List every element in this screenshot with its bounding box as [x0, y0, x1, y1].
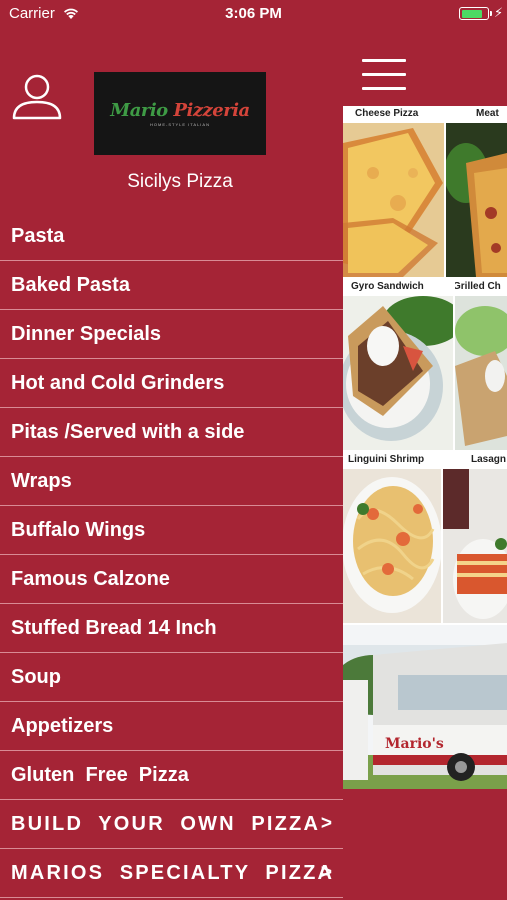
- menu-item-label: BUILD YOUR OWN PIZZA: [11, 812, 321, 835]
- tile-linguini-shrimp[interactable]: Linguini Shrimp: [343, 452, 441, 623]
- battery-tip: [490, 11, 492, 16]
- hamburger-menu-icon[interactable]: [362, 59, 406, 91]
- linguini-shrimp-image: [343, 469, 441, 623]
- gyro-sandwich-image: [343, 296, 453, 450]
- menu-item-dinner-specials[interactable]: Dinner Specials: [0, 310, 343, 359]
- menu-item-stuffed-bread[interactable]: Stuffed Bread 14 Inch: [0, 604, 343, 653]
- status-bar: Carrier 3:06 PM ⚡: [0, 0, 507, 28]
- menu-item-grinders[interactable]: Hot and Cold Grinders: [0, 359, 343, 408]
- menu-item-famous-calzone[interactable]: Famous Calzone: [0, 555, 343, 604]
- user-profile-icon[interactable]: [12, 72, 62, 120]
- logo-text: Mario Pizzeria: [110, 100, 250, 121]
- menu-item-buffalo-wings[interactable]: Buffalo Wings: [0, 506, 343, 555]
- grilled-chicken-image: [455, 296, 507, 450]
- menu-item-label: Appetizers: [11, 714, 114, 737]
- tile-lasagna[interactable]: Lasagn: [443, 452, 507, 623]
- tile-grilled-chicken[interactable]: Grilled Ch: [455, 279, 507, 450]
- menu-item-appetizers[interactable]: Appetizers: [0, 702, 343, 751]
- store-name: Sicilys Pizza: [127, 171, 233, 192]
- side-drawer: Mario Pizzeria HOME-STYLE ITALIAN Sicily…: [0, 28, 343, 900]
- logo-subtitle: HOME-STYLE ITALIAN: [150, 122, 210, 127]
- menu-item-pasta[interactable]: Pasta: [0, 212, 343, 261]
- tile-caption: Lasagn: [471, 454, 507, 465]
- tile-caption: Linguini Shrimp: [348, 454, 425, 465]
- menu-item-baked-pasta[interactable]: Baked Pasta: [0, 261, 343, 310]
- clock: 3:06 PM: [225, 5, 282, 22]
- menu-grid: Cheese Pizza Meat Gyro Sandwich Grilled …: [343, 106, 507, 789]
- menu-item-pitas[interactable]: Pitas /Served with a side: [0, 408, 343, 457]
- menu-item-gluten-free-pizza[interactable]: Gluten Free Pizza: [0, 751, 343, 800]
- tile-food-truck[interactable]: Mario's: [343, 625, 507, 789]
- tile-cheese-pizza[interactable]: Cheese Pizza: [343, 106, 444, 277]
- main-content: Cheese Pizza Meat Gyro Sandwich Grilled …: [343, 28, 507, 900]
- menu-item-label: Buffalo Wings: [11, 518, 146, 541]
- menu-item-marios-specialty-pizza[interactable]: MARIOS SPECIALTY PIZZA >: [0, 849, 343, 898]
- menu-item-wraps[interactable]: Wraps: [0, 457, 343, 506]
- menu-item-build-your-own-pizza[interactable]: BUILD YOUR OWN PIZZA >: [0, 800, 343, 849]
- menu-item-label: Stuffed Bread 14 Inch: [11, 616, 217, 639]
- menu-item-label: Dinner Specials: [11, 322, 162, 345]
- menu-item-label: Baked Pasta: [11, 273, 130, 296]
- category-menu: Pasta Baked Pasta Dinner Specials Hot an…: [0, 212, 343, 898]
- menu-item-label: Pitas /Served with a side: [11, 420, 245, 443]
- menu-item-soup[interactable]: Soup: [0, 653, 343, 702]
- menu-item-label: Hot and Cold Grinders: [11, 371, 225, 394]
- tile-caption: Grilled Ch: [455, 281, 501, 292]
- tile-caption: Meat: [476, 108, 499, 119]
- menu-item-label: Pasta: [11, 224, 65, 247]
- tile-gyro-sandwich[interactable]: Gyro Sandwich: [343, 279, 453, 450]
- tile-caption: Gyro Sandwich: [351, 281, 424, 292]
- menu-item-label: Soup: [11, 665, 61, 688]
- chevron-right-icon: >: [320, 813, 332, 834]
- cheese-pizza-image: [343, 123, 444, 277]
- chevron-right-icon: >: [320, 862, 332, 883]
- battery-level: [461, 9, 482, 18]
- tile-caption: Cheese Pizza: [355, 108, 419, 119]
- charging-bolt-icon: ⚡: [494, 5, 504, 20]
- menu-item-label: Gluten Free Pizza: [11, 763, 189, 786]
- food-truck-image: [343, 625, 507, 789]
- tile-meat[interactable]: Meat: [446, 106, 507, 277]
- menu-item-label: Wraps: [11, 469, 72, 492]
- restaurant-logo: Mario Pizzeria HOME-STYLE ITALIAN: [94, 72, 266, 155]
- truck-sign: Mario's: [385, 736, 444, 752]
- lasagna-image: [443, 469, 507, 623]
- battery-icon: [459, 7, 489, 20]
- menu-item-label: Famous Calzone: [11, 567, 170, 590]
- meat-pizza-image: [446, 123, 507, 277]
- menu-item-label: MARIOS SPECIALTY PIZZA: [11, 861, 335, 884]
